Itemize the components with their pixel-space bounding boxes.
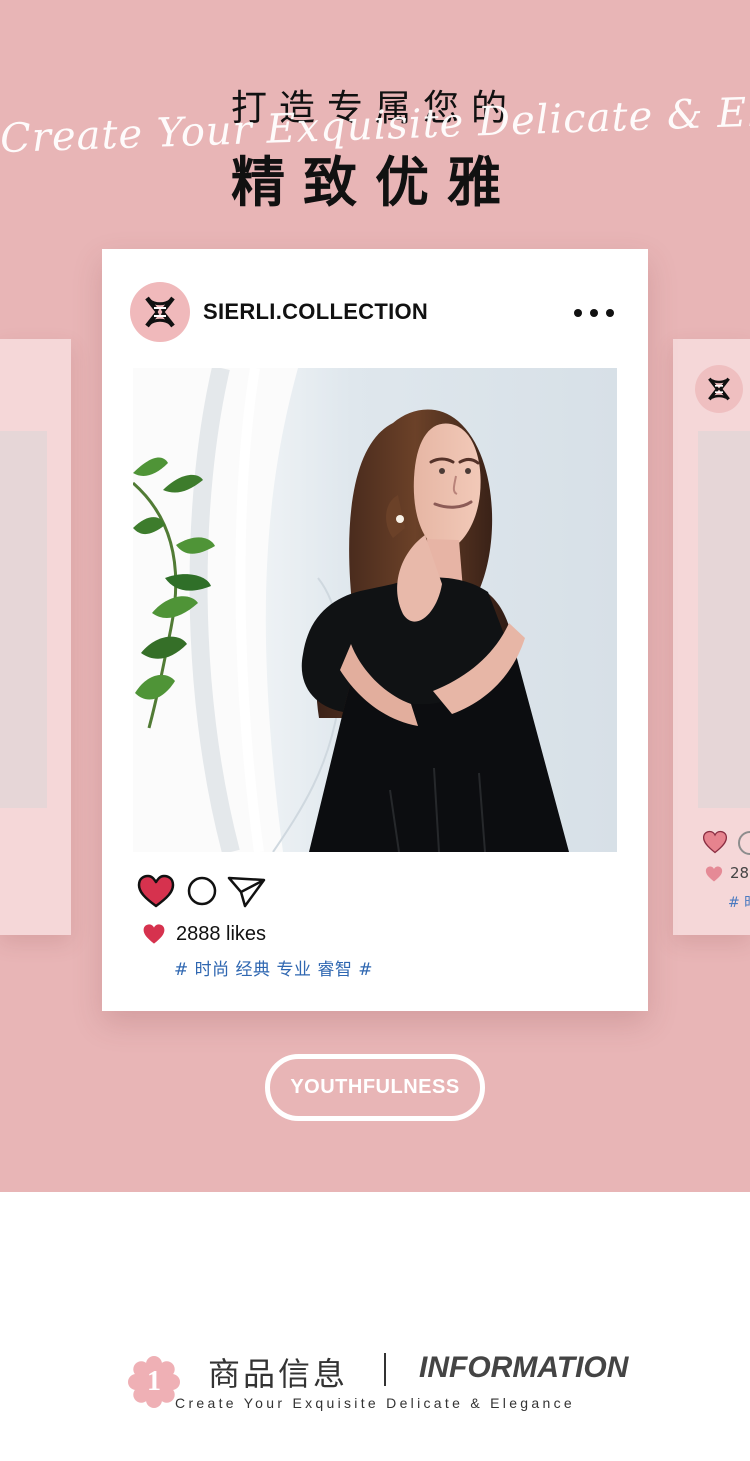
heart-icon [705, 866, 723, 882]
likes-row: 2888 likes [140, 919, 340, 949]
right-preview-avatar [695, 365, 743, 413]
main-post-card[interactable]: SIERLI.COLLECTION 2888 likes # 时尚 经典 专业 … [102, 249, 648, 1011]
comment-icon[interactable] [738, 831, 750, 855]
preview-likes-count: 288 [730, 864, 750, 882]
comment-icon[interactable] [186, 875, 218, 907]
post-actions [137, 874, 277, 910]
youthfulness-button[interactable]: YOUTHFULNESS [265, 1054, 485, 1121]
information-section: 1 商品信息 INFORMATION Create Your Exquisite… [0, 1192, 750, 1461]
section-title-english: INFORMATION [419, 1351, 629, 1384]
left-preview-photo [0, 431, 47, 808]
right-preview-photo [698, 431, 750, 808]
fashion-model-image [133, 368, 617, 852]
section-subtitle: Create Your Exquisite Delicate & Eleganc… [175, 1395, 575, 1411]
heart-icon[interactable] [137, 874, 175, 910]
likes-count: 2888 likes [176, 923, 267, 945]
post-photo [133, 368, 617, 852]
account-name[interactable]: SIERLI.COLLECTION [203, 299, 428, 325]
brand-logo-icon [145, 296, 175, 328]
heart-icon [143, 924, 165, 944]
section-title-chinese: 商品信息 [208, 1355, 349, 1393]
left-preview-card[interactable] [0, 339, 71, 935]
account-avatar[interactable] [130, 282, 190, 342]
section-title-divider [384, 1353, 386, 1386]
post-hashtags[interactable]: # 时尚 经典 专业 睿智 # [174, 955, 373, 980]
hero-section: 打造专属您的 精致优雅 Create Your Exquisite Delica… [0, 0, 750, 1192]
brand-logo-icon [708, 377, 730, 401]
heart-outline-icon[interactable] [701, 828, 729, 856]
preview-hashtags: # 时 [728, 895, 750, 911]
send-icon[interactable] [226, 874, 268, 910]
right-preview-card[interactable]: 288 # 时 [673, 339, 750, 935]
more-icon[interactable] [574, 306, 614, 320]
section-number: 1 [147, 1366, 161, 1397]
